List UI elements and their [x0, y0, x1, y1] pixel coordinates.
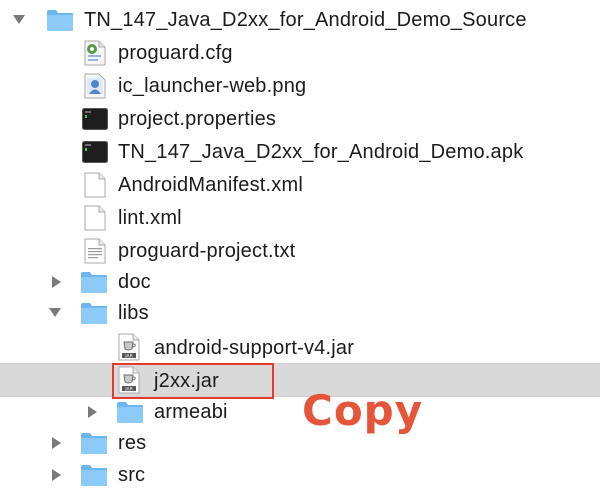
tree-row-file[interactable]: lint.xml	[0, 202, 600, 234]
row-label: libs	[118, 302, 149, 324]
tree-row-folder[interactable]: src	[0, 459, 600, 491]
row-label: src	[118, 464, 146, 486]
folder-icon	[80, 431, 108, 460]
row-label: project.properties	[118, 108, 277, 130]
tree-row-folder[interactable]: armeabi	[0, 396, 600, 428]
tree-row-file[interactable]: ic_launcher-web.png	[0, 70, 600, 102]
tree-row-folder[interactable]: libs	[0, 297, 600, 329]
image-file-icon	[84, 73, 106, 104]
tree-row-file[interactable]: proguard-project.txt	[0, 235, 600, 267]
svg-text:JAR: JAR	[124, 353, 132, 359]
config-file-icon	[84, 40, 106, 71]
exec-file-icon	[82, 141, 108, 168]
tree-row-folder[interactable]: doc	[0, 266, 600, 298]
document-icon	[84, 172, 106, 203]
row-label: proguard.cfg	[118, 42, 233, 64]
folder-icon	[116, 400, 144, 429]
row-label: ic_launcher-web.png	[118, 75, 307, 97]
disclosure-expanded-icon[interactable]	[48, 306, 62, 320]
tree-row-file[interactable]: TN_147_Java_D2xx_for_Android_Demo.apk	[0, 136, 600, 168]
row-label: android-support-v4.jar	[154, 337, 355, 359]
text-file-icon	[84, 238, 106, 269]
folder-icon	[46, 8, 74, 37]
exec-file-icon	[82, 108, 108, 135]
disclosure-collapsed-icon[interactable]	[86, 405, 100, 419]
tree-row-file-selected[interactable]: JAR j2xx.jar	[0, 363, 600, 397]
document-icon	[84, 205, 106, 236]
row-label: AndroidManifest.xml	[118, 174, 303, 196]
disclosure-collapsed-icon[interactable]	[50, 436, 64, 450]
row-label: TN_147_Java_D2xx_for_Android_Demo_Source	[84, 9, 527, 31]
folder-icon	[80, 270, 108, 299]
disclosure-collapsed-icon[interactable]	[50, 468, 64, 482]
row-label: proguard-project.txt	[118, 240, 296, 262]
tree-row-root-folder[interactable]: TN_147_Java_D2xx_for_Android_Demo_Source	[0, 4, 600, 36]
folder-icon	[80, 301, 108, 330]
row-label: TN_147_Java_D2xx_for_Android_Demo.apk	[118, 141, 524, 163]
annotation-highlight-box	[112, 363, 274, 399]
jar-file-icon: JAR	[118, 333, 140, 366]
tree-row-file[interactable]: project.properties	[0, 103, 600, 135]
annotation-copy-label: Copy	[302, 386, 424, 435]
tree-row-file[interactable]: AndroidManifest.xml	[0, 169, 600, 201]
tree-row-file[interactable]: JAR android-support-v4.jar	[0, 331, 600, 363]
row-label: res	[118, 432, 147, 454]
row-label: lint.xml	[118, 207, 182, 229]
tree-row-folder[interactable]: res	[0, 427, 600, 459]
tree-row-file[interactable]: proguard.cfg	[0, 37, 600, 69]
row-label: armeabi	[154, 401, 228, 423]
disclosure-expanded-icon[interactable]	[12, 13, 26, 27]
disclosure-collapsed-icon[interactable]	[50, 275, 64, 289]
row-label: doc	[118, 271, 151, 293]
folder-icon	[80, 463, 108, 492]
